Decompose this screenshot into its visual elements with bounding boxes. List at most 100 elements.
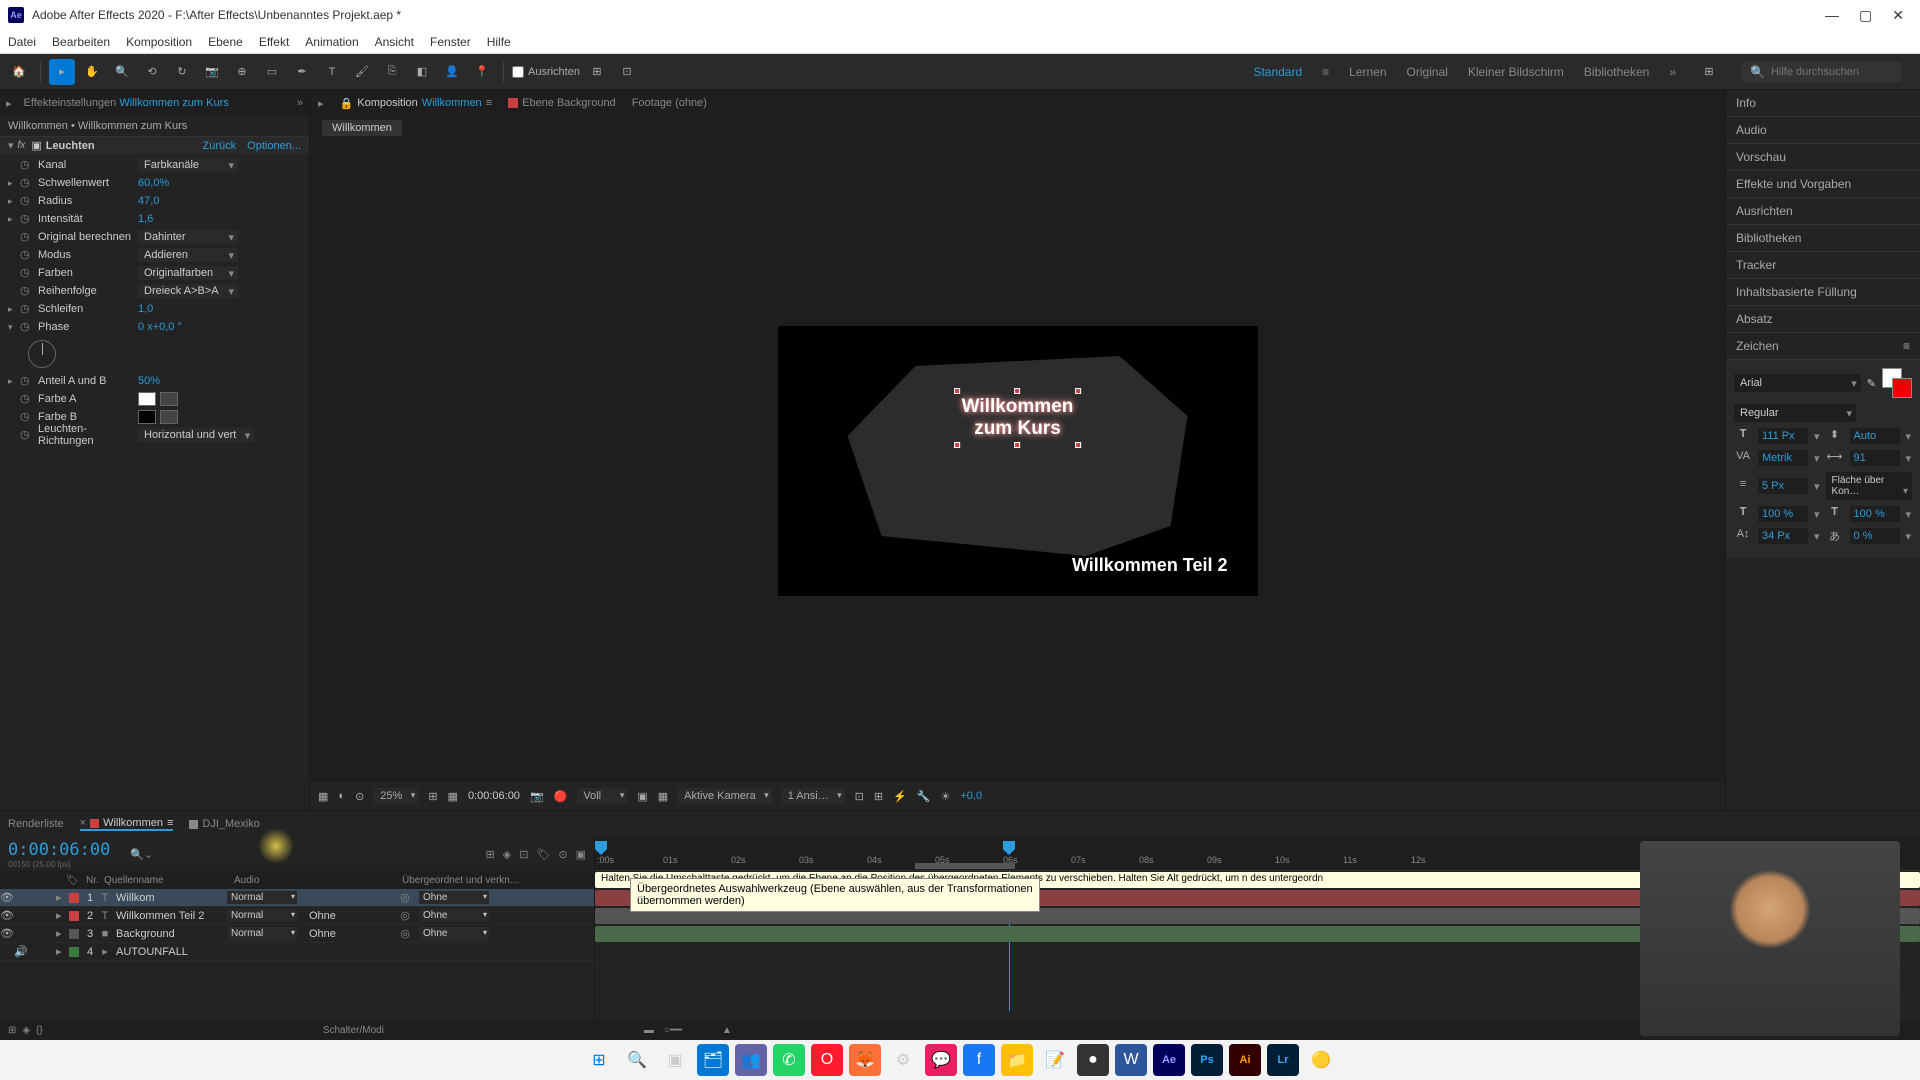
panel-bibliotheken[interactable]: Bibliotheken [1726,225,1920,252]
tl-sb-icon3[interactable]: {} [36,1025,43,1036]
snap2-icon[interactable]: ⊡ [614,59,640,85]
stopwatch-icon[interactable] [20,374,34,388]
comp-tab-background[interactable]: Ebene Background [508,97,616,109]
col-header-parent[interactable]: Übergeordnet und verkn… [398,875,524,886]
camera-dropdown[interactable]: Aktive Kamera [678,788,772,804]
taskbar-folder[interactable]: 📁 [1001,1044,1033,1076]
text-color-picker[interactable] [1882,368,1912,398]
taskbar-messenger[interactable]: 💬 [925,1044,957,1076]
project-tab-icon[interactable]: ▸ [6,97,12,110]
modus-dropdown[interactable]: Addieren [138,248,238,262]
vc-px-icon[interactable]: ⊞ [874,790,883,803]
menu-bearbeiten[interactable]: Bearbeiten [52,35,110,49]
blend-mode-dropdown[interactable]: Normal [227,891,297,904]
pickwhip-icon[interactable]: ◎ [391,927,419,940]
composition-viewport[interactable]: Willkommenzum Kurs Willkommen Teil 2 [310,140,1725,782]
font-style-dropdown[interactable]: Regular [1734,404,1856,422]
menu-ansicht[interactable]: Ansicht [375,35,414,49]
taskbar-ps[interactable]: Ps [1191,1044,1223,1076]
richtungen-dropdown[interactable]: Horizontal und vert [138,428,254,442]
puppet-tool[interactable]: 📍 [469,59,495,85]
tl-tool-1[interactable]: ⊞ [486,848,495,861]
color-b-swatch[interactable] [138,410,156,424]
taskbar-misc[interactable]: 🟡 [1305,1044,1337,1076]
workspace-kleiner[interactable]: Kleiner Bildschirm [1468,65,1564,79]
panel-zeichen-header[interactable]: Zeichen≡ [1726,333,1920,360]
snap-icon[interactable]: ⊞ [584,59,610,85]
resolution-dropdown[interactable]: Voll [577,788,627,804]
comp-tab-footage[interactable]: Footage (ohne) [632,97,707,109]
pickwhip-icon[interactable]: ◎ [391,891,419,904]
farben-dropdown[interactable]: Originalfarben [138,266,238,280]
panel-menu-icon[interactable]: » [297,97,303,109]
playhead[interactable] [1003,841,1015,855]
col-header-audio[interactable]: Audio [230,875,398,886]
comp-breadcrumb[interactable]: Willkommen [322,120,402,136]
brush-tool[interactable]: 🖌 [349,59,375,85]
workspace-original[interactable]: Original [1407,65,1448,79]
menu-fenster[interactable]: Fenster [430,35,471,49]
taskbar-teams[interactable]: 👥 [735,1044,767,1076]
stopwatch-icon[interactable] [20,392,34,406]
taskbar-word[interactable]: W [1115,1044,1147,1076]
vc-snapshot-icon[interactable]: 📷 [530,790,544,803]
layer-row-4[interactable]: 👁 🔊 ▸ 4 ▸ AUTOUNFALL [0,943,594,961]
anteil-value[interactable]: 50% [138,375,160,387]
vc-fast-icon[interactable]: ⚡ [893,790,907,803]
selection-tool[interactable]: ▸ [49,59,75,85]
fx-options-link[interactable]: Optionen... [247,140,301,152]
layer-row-3[interactable]: 👁 ▸ 3 ■ Background Normal Ohne ◎ Ohne [0,925,594,943]
layer-color-label[interactable] [69,893,79,903]
radius-value[interactable]: 47,0 [138,195,159,207]
close-button[interactable]: ✕ [1892,7,1904,24]
vc-draft-icon[interactable]: 🔧 [917,790,931,803]
taskbar-lr[interactable]: Lr [1267,1044,1299,1076]
switches-modes-toggle[interactable]: Schalter/Modi [323,1025,384,1036]
eyedropper-b-icon[interactable] [160,410,178,424]
start-button[interactable]: ⊞ [583,1044,615,1076]
panel-inhalt[interactable]: Inhaltsbasierte Füllung [1726,279,1920,306]
panel-absatz[interactable]: Absatz [1726,306,1920,333]
vc-roi-icon[interactable]: ▣ [637,790,647,803]
work-area-bar[interactable] [915,863,1015,869]
taskbar-whatsapp[interactable]: ✆ [773,1044,805,1076]
taskbar-firefox[interactable]: 🦊 [849,1044,881,1076]
workspace-standard[interactable]: Standard [1253,65,1302,79]
blend-mode-dropdown[interactable]: Normal [227,927,297,940]
tsume-input[interactable] [1850,528,1900,544]
rotate-tool[interactable]: ↻ [169,59,195,85]
schleifen-value[interactable]: 1,0 [138,303,153,315]
stopwatch-icon[interactable] [20,302,34,316]
layer-color-label[interactable] [69,929,79,939]
stopwatch-icon[interactable] [20,266,34,280]
vc-mask-icon[interactable]: ⊙ [355,790,364,803]
panel-audio[interactable]: Audio [1726,117,1920,144]
vc-3d-icon[interactable]: ⊡ [855,790,864,803]
stopwatch-icon[interactable] [20,284,34,298]
tl-sb-icon2[interactable]: ◈ [22,1025,30,1036]
stopwatch-icon[interactable] [20,176,34,190]
visibility-toggle[interactable]: 👁 [0,891,14,904]
stopwatch-icon[interactable] [20,248,34,262]
baseline-input[interactable] [1758,528,1808,544]
workspace-biblio[interactable]: Bibliotheken [1584,65,1649,79]
taskbar-explorer[interactable]: 🗂 [697,1044,729,1076]
tracking-input[interactable] [1850,450,1900,466]
taskbar-opera[interactable]: O [811,1044,843,1076]
timecode-display[interactable]: 0:00:06:00 [8,840,110,860]
taskbar-ae[interactable]: Ae [1153,1044,1185,1076]
fx-enabled-icon[interactable]: ▣ [31,139,41,152]
preview-text-2[interactable]: Willkommen Teil 2 [1072,555,1228,576]
stroke-mode-dropdown[interactable]: Fläche über Kon… [1826,472,1912,500]
pickwhip-icon[interactable]: ◎ [391,909,419,922]
comp-tab-willkommen[interactable]: 🔒Komposition Willkommen ≡ [340,97,493,110]
parent-dropdown[interactable]: Ohne [419,909,489,922]
stopwatch-icon[interactable] [20,320,34,334]
hscale-input[interactable] [1850,506,1900,522]
taskbar-ai[interactable]: Ai [1229,1044,1261,1076]
align-checkbox[interactable]: Ausrichten [512,66,580,78]
panel-vorschau[interactable]: Vorschau [1726,144,1920,171]
taskbar-app[interactable]: ⚙ [887,1044,919,1076]
schwellen-value[interactable]: 60,0% [138,177,169,189]
panel-menu-icon[interactable]: ≡ [1903,339,1910,353]
